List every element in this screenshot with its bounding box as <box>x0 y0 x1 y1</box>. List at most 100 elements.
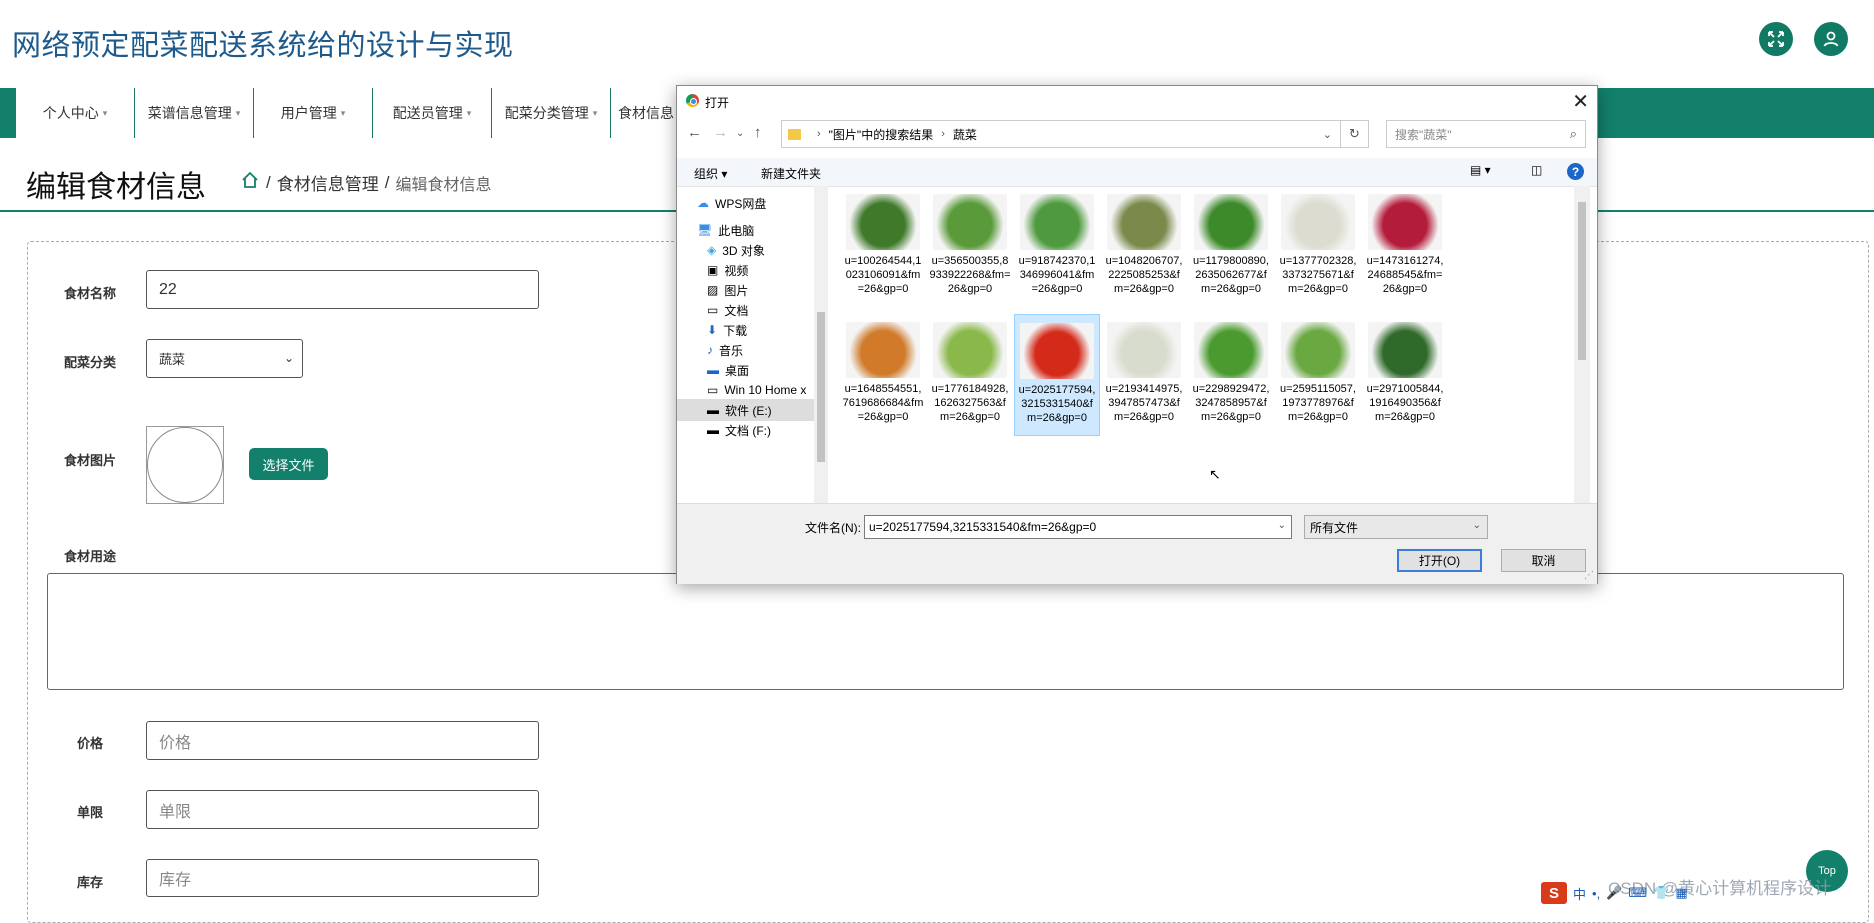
vegetable-thumbnail-icon <box>1281 194 1355 250</box>
file-tile[interactable]: u=1776184928, 1626327563&f m=26&gp=0 <box>927 314 1013 436</box>
cloud-icon: ☁ <box>697 196 709 210</box>
file-tile[interactable]: u=356500355,8 933922268&fm= 26&gp=0 <box>927 186 1013 308</box>
sidebar-item-documents[interactable]: ▭ 文档 <box>707 299 748 321</box>
filetype-select[interactable]: 所有文件 ⌄ <box>1304 515 1488 539</box>
file-tile[interactable]: u=918742370,1 346996041&fm =26&gp=0 <box>1014 186 1100 308</box>
sidebar-item-downloads[interactable]: ⬇ 下载 <box>707 319 747 341</box>
nav-item-category[interactable]: 配菜分类管理 ▾ <box>492 88 611 138</box>
file-tile[interactable]: u=1473161274, 24688545&fm= 26&gp=0 <box>1362 186 1448 308</box>
file-tile[interactable]: u=1377702328, 3373275671&f m=26&gp=0 <box>1275 186 1361 308</box>
nav-item-users[interactable]: 用户管理 ▾ <box>254 88 373 138</box>
file-grid: u=100264544,1 023106091&fm =26&gp=0 u=35… <box>832 186 1572 503</box>
refresh-icon[interactable]: ↻ <box>1341 120 1369 148</box>
ime-lang[interactable]: 中 <box>1573 884 1586 903</box>
category-label: 配菜分类 <box>64 355 117 370</box>
stock-label: 库存 <box>77 875 104 890</box>
history-dropdown-icon[interactable]: ⌄ <box>736 128 744 139</box>
close-icon[interactable]: ✕ <box>1572 89 1589 114</box>
chrome-icon <box>686 94 699 107</box>
stock-input[interactable]: 库存 <box>146 859 539 897</box>
mic-icon[interactable]: 🎤 <box>1606 885 1622 901</box>
choose-file-button[interactable]: 选择文件 <box>249 448 328 480</box>
file-tile[interactable]: u=1648554551, 7619686684&fm =26&gp=0 <box>840 314 926 436</box>
file-grid-scrollbar[interactable] <box>1574 186 1590 503</box>
file-tile[interactable]: u=1048206707, 2225085253&f m=26&gp=0 <box>1101 186 1187 308</box>
forward-arrow-icon[interactable]: → <box>713 124 728 141</box>
usage-label: 食材用途 <box>64 549 117 564</box>
file-tile[interactable]: u=2595115057, 1973778976&f m=26&gp=0 <box>1275 314 1361 436</box>
folder-icon <box>788 128 801 140</box>
chevron-down-icon: ▾ <box>340 107 346 118</box>
vegetable-thumbnail-icon <box>1020 194 1094 250</box>
chevron-down-icon[interactable]: ⌄ <box>1323 128 1332 141</box>
dialog-titlebar: 打开 ✕ <box>677 86 1597 116</box>
back-arrow-icon[interactable]: ← <box>687 124 702 141</box>
nav-item-ingredient[interactable]: 食材信息 <box>611 88 681 138</box>
download-icon: ⬇ <box>707 323 718 337</box>
chevron-down-icon[interactable]: ⌄ <box>1278 520 1286 531</box>
nav-item-recipe[interactable]: 菜谱信息管理 ▾ <box>135 88 254 138</box>
drive-icon: ▬ <box>707 423 719 437</box>
path-segment-search[interactable]: "图片"中的搜索结果 <box>829 126 934 143</box>
usage-textarea[interactable] <box>47 573 1844 690</box>
video-icon: ▣ <box>707 263 719 277</box>
sidebar-item-this-pc[interactable]: 🖥 此电脑 <box>697 219 754 241</box>
sidebar-item-pictures[interactable]: ▨ 图片 <box>707 279 748 301</box>
file-open-dialog: 打开 ✕ ← → ⌄ ↑ › "图片"中的搜索结果 › 蔬菜 ⌄ ↻ 搜索"蔬菜… <box>676 85 1598 584</box>
filename-label: 文件名(N): <box>805 521 861 535</box>
file-tile[interactable]: u=2193414975, 3947857473&f m=26&gp=0 <box>1101 314 1187 436</box>
cancel-button[interactable]: 取消 <box>1501 549 1586 572</box>
sidebar-item-e-drive[interactable]: ▬ 软件 (E:) <box>677 399 814 421</box>
view-mode-icon[interactable]: ▤ ▾ <box>1470 163 1491 177</box>
limit-input[interactable]: 单限 <box>146 790 539 829</box>
file-tile[interactable]: u=2298929472, 3247858957&f m=26&gp=0 <box>1188 314 1274 436</box>
sidebar-item-f-drive[interactable]: ▬ 文档 (F:) <box>707 419 771 441</box>
address-bar[interactable]: › "图片"中的搜索结果 › 蔬菜 ⌄ <box>781 120 1341 148</box>
sidebar-item-video[interactable]: ▣ 视频 <box>707 259 748 281</box>
punct-icon[interactable]: •, <box>1592 886 1600 901</box>
drive-icon: ▭ <box>707 383 719 397</box>
sidebar-item-wps[interactable]: ☁ WPS网盘 <box>697 192 766 214</box>
chevron-down-icon: ▾ <box>102 107 108 118</box>
sidebar-item-c-drive[interactable]: ▭ Win 10 Home x <box>707 379 806 401</box>
resize-grip-icon[interactable]: ⋰ <box>1584 570 1594 581</box>
path-segment-vegetables[interactable]: 蔬菜 <box>953 126 977 143</box>
sidebar-item-3d[interactable]: ◈ 3D 对象 <box>707 239 765 261</box>
music-icon: ♪ <box>707 343 713 357</box>
filename-input[interactable]: u=2025177594,3215331540&fm=26&gp=0 ⌄ <box>864 515 1292 539</box>
file-tile[interactable]: u=1179800890, 2635062677&f m=26&gp=0 <box>1188 186 1274 308</box>
price-input[interactable]: 价格 <box>146 721 539 760</box>
organize-button[interactable]: 组织 ▾ <box>694 165 727 182</box>
category-select[interactable]: 蔬菜 ⌄ <box>146 339 303 378</box>
file-tile[interactable]: u=2971005844, 1916490356&f m=26&gp=0 <box>1362 314 1448 436</box>
skin-icon[interactable]: 👕 <box>1653 885 1669 901</box>
name-input[interactable]: 22 <box>146 270 539 309</box>
nav-item-personal-center[interactable]: 个人中心 ▾ <box>16 88 135 138</box>
app-title: 网络预定配菜配送系统给的设计与实现 <box>12 30 514 62</box>
new-folder-button[interactable]: 新建文件夹 <box>761 165 821 182</box>
preview-pane-icon[interactable]: ◫ <box>1531 163 1542 177</box>
file-tile[interactable]: u=100264544,1 023106091&fm =26&gp=0 <box>840 186 926 308</box>
up-arrow-icon[interactable]: ↑ <box>754 124 762 141</box>
ime-toolbar[interactable]: S 中 •, 🎤 ⌨ 👕 ▦ <box>1541 882 1688 904</box>
sidebar-item-desktop[interactable]: ▬ 桌面 <box>707 359 749 381</box>
address-row: ← → ⌄ ↑ › "图片"中的搜索结果 › 蔬菜 ⌄ ↻ 搜索"蔬菜" ⌕ <box>677 120 1597 150</box>
sidebar-item-music[interactable]: ♪ 音乐 <box>707 339 743 361</box>
chevron-down-icon: ▾ <box>466 107 472 118</box>
user-icon[interactable] <box>1814 22 1848 56</box>
help-icon[interactable]: ? <box>1567 163 1584 180</box>
breadcrumb-ingredient-manage[interactable]: 食材信息管理 <box>277 170 379 195</box>
nav-item-delivery[interactable]: 配送员管理 ▾ <box>373 88 492 138</box>
name-label: 食材名称 <box>64 286 117 301</box>
nav-pane-scrollbar[interactable] <box>814 186 828 503</box>
fullscreen-icon[interactable] <box>1759 22 1793 56</box>
search-input[interactable]: 搜索"蔬菜" ⌕ <box>1386 120 1586 148</box>
picture-icon: ▨ <box>707 283 719 297</box>
vegetable-thumbnail-icon <box>933 322 1007 378</box>
file-tile-selected[interactable]: u=2025177594, 3215331540&f m=26&gp=0 <box>1014 314 1100 436</box>
vegetable-thumbnail-icon <box>1368 322 1442 378</box>
home-icon[interactable] <box>240 170 260 195</box>
keyboard-icon[interactable]: ⌨ <box>1628 885 1647 901</box>
toolbox-icon[interactable]: ▦ <box>1675 885 1687 901</box>
open-button[interactable]: 打开(O) <box>1397 549 1482 572</box>
